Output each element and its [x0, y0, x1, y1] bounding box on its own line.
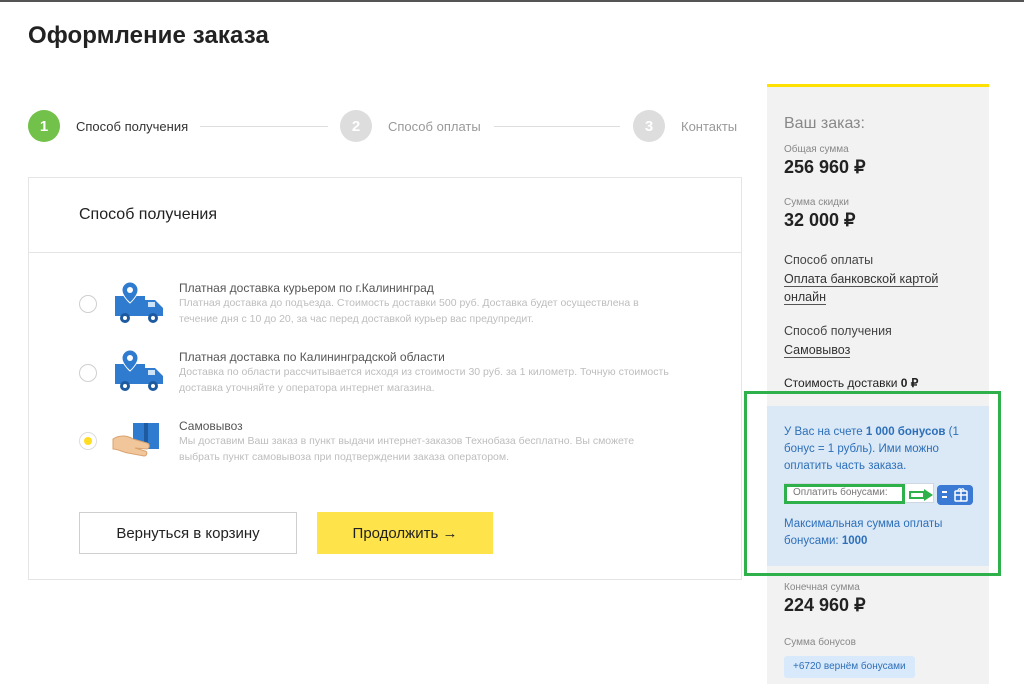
pickup-method-link[interactable]: Самовывоз	[784, 341, 974, 359]
step-label: Контакты	[681, 118, 738, 134]
order-title: Ваш заказ:	[784, 115, 865, 132]
discount-value: 32 000 ₽	[784, 210, 856, 230]
step-connector	[494, 126, 620, 127]
card-heading: Способ получения	[29, 178, 741, 253]
step-label: Способ получения	[76, 118, 189, 134]
option-description: Платная доставка до подъезда. Стоимость …	[179, 297, 639, 325]
total-value: 256 960 ₽	[784, 157, 866, 177]
order-summary: Ваш заказ: Общая сумма 256 960 ₽ Сумма с…	[767, 84, 989, 684]
option-title: Самовывоз	[179, 419, 243, 433]
delivery-option-courier-city[interactable]: Платная доставка курьером по г.Калинингр…	[29, 278, 741, 338]
step-label: Способ оплаты	[388, 118, 481, 134]
radio-button[interactable]	[79, 364, 97, 382]
hand-box-icon	[112, 423, 159, 457]
shipping-label: Стоимость доставки	[784, 376, 898, 390]
total-label: Общая сумма	[784, 144, 849, 155]
top-border	[0, 0, 1024, 2]
discount-label: Сумма скидки	[784, 197, 849, 208]
delivery-truck-icon	[115, 349, 163, 391]
delivery-option-region[interactable]: Платная доставка по Калининградской обла…	[29, 348, 741, 408]
final-sum-value: 224 960 ₽	[784, 595, 866, 615]
bonus-return-badge: +6720 вернём бонусами	[784, 656, 915, 678]
shipping-value: 0 ₽	[900, 376, 919, 390]
option-description: Мы доставим Ваш заказ в пункт выдачи инт…	[179, 435, 635, 463]
back-to-cart-button[interactable]: Вернуться в корзину	[79, 512, 297, 554]
option-title: Платная доставка по Калининградской обла…	[179, 350, 445, 364]
page-title: Оформление заказа	[28, 22, 269, 49]
payment-method-link[interactable]: Оплата банковской картой онлайн	[784, 270, 974, 306]
shipping-cost: Стоимость доставки 0 ₽	[784, 376, 918, 390]
arrow-right-icon	[909, 489, 933, 501]
bonus-sum-label: Сумма бонусов	[784, 637, 856, 648]
step-payment[interactable]: 2 Способ оплаты	[340, 110, 481, 142]
continue-button[interactable]: Продолжить →	[317, 512, 493, 554]
delivery-method-card: Способ получения Платная доставка курьер…	[28, 177, 742, 580]
pickup-method-label: Способ получения	[784, 324, 892, 338]
delivery-option-pickup[interactable]: Самовывоз Мы доставим Ваш заказ в пункт …	[29, 418, 741, 478]
radio-button-selected[interactable]	[79, 432, 97, 450]
step-number: 3	[633, 110, 665, 142]
step-contacts[interactable]: 3 Контакты	[633, 110, 737, 142]
step-number: 1	[28, 110, 60, 142]
radio-button[interactable]	[79, 295, 97, 313]
option-title: Платная доставка курьером по г.Калинингр…	[179, 281, 434, 295]
step-delivery[interactable]: 1 Способ получения	[28, 110, 188, 142]
payment-method-label: Способ оплаты	[784, 253, 874, 267]
highlight-frame-bonus-input	[784, 484, 905, 504]
final-sum-label: Конечная сумма	[784, 582, 860, 593]
option-description: Доставка по области рассчитывается исход…	[179, 366, 669, 394]
delivery-truck-icon	[115, 281, 163, 323]
step-connector	[200, 126, 328, 127]
step-number: 2	[340, 110, 372, 142]
